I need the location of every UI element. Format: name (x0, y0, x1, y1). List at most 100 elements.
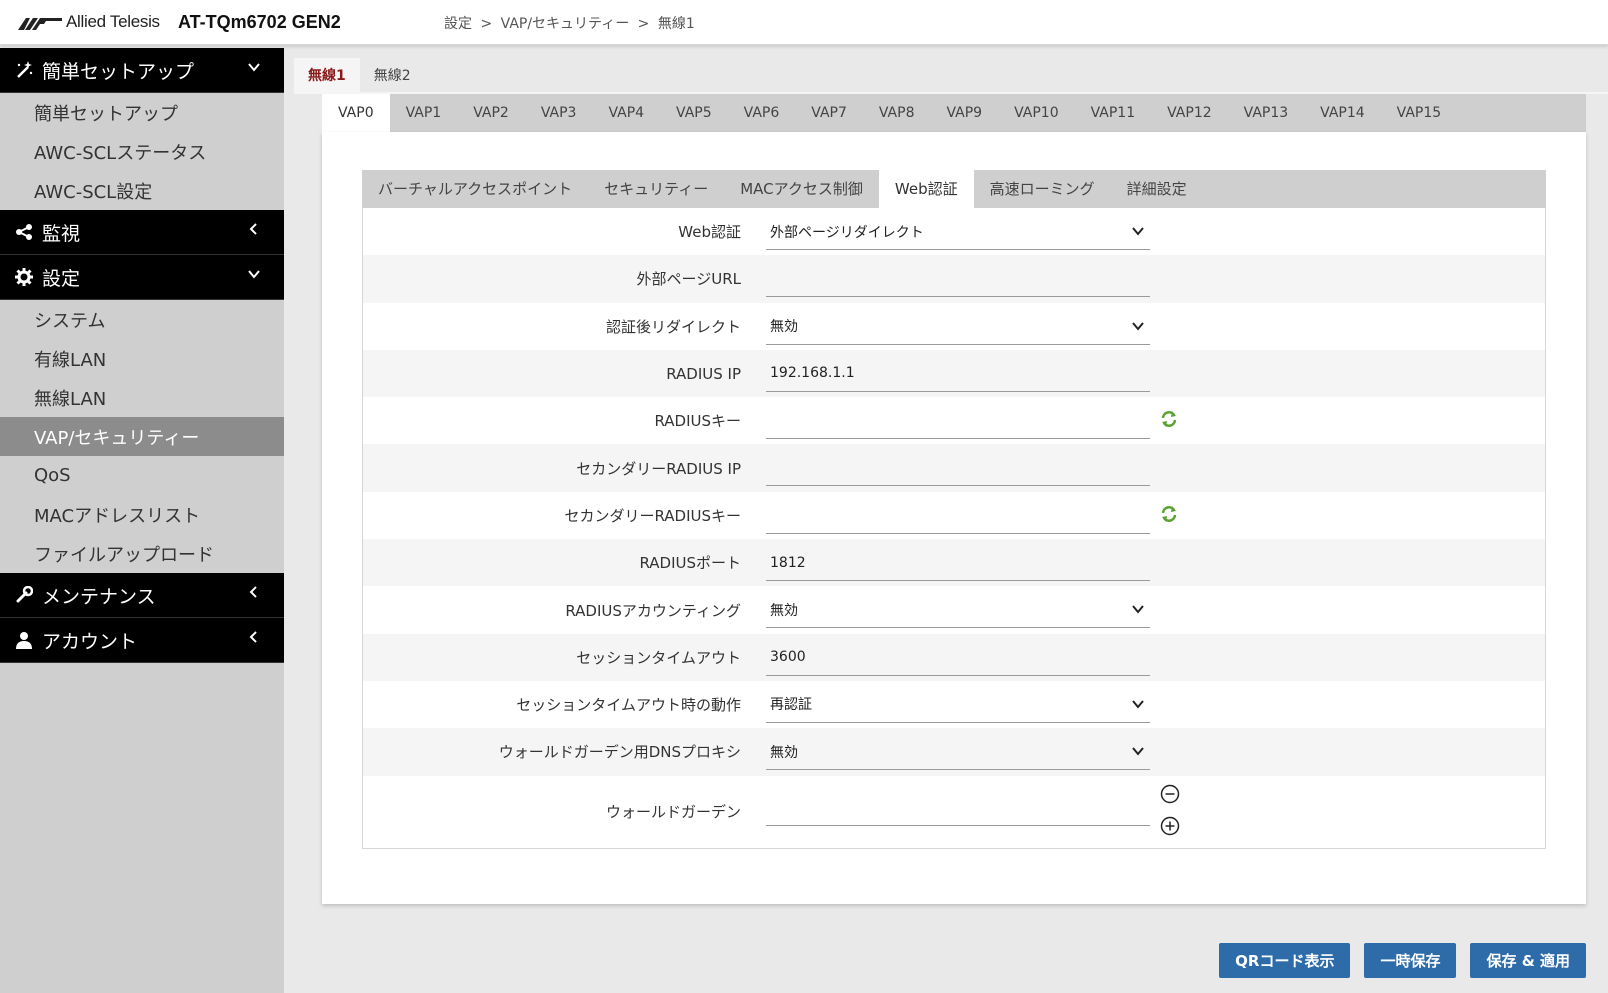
sidebar-item-wired-lan[interactable]: 有線LAN (0, 339, 284, 378)
chevron-down-icon (248, 270, 260, 279)
chevron-down-icon (1132, 605, 1144, 614)
web-auth-select[interactable]: 外部ページリダイレクト (766, 214, 1150, 250)
field-label: ウォールドガーデン (605, 803, 741, 822)
select-value: 無効 (770, 602, 798, 619)
tab-vap3[interactable]: VAP3 (525, 94, 593, 132)
wrench-icon (14, 585, 34, 605)
tab-security[interactable]: セキュリティー (588, 170, 724, 208)
field-label: 外部ページURL (636, 270, 741, 289)
form-row-radius-accounting: RADIUSアカウンティング 無効 (363, 586, 1545, 633)
share-icon (14, 222, 34, 242)
tab-vap10[interactable]: VAP10 (998, 94, 1075, 132)
sidebar-item-vap-security[interactable]: VAP/セキュリティー (0, 417, 284, 456)
user-icon (14, 630, 34, 650)
sidebar-section-account[interactable]: アカウント (0, 618, 284, 663)
minus-circle-icon[interactable] (1160, 784, 1180, 804)
radio-tabs: 無線1 無線2 (294, 58, 425, 94)
radius-key-input[interactable] (766, 403, 1150, 440)
form-row-external-page-url: 外部ページURL (363, 255, 1545, 303)
sidebar-section-label: 簡単セットアップ (42, 60, 195, 83)
sidebar-item-qos[interactable]: QoS (0, 456, 284, 495)
tab-radio-2[interactable]: 無線2 (360, 58, 425, 94)
save-apply-button[interactable]: 保存 & 適用 (1470, 943, 1586, 978)
radius-port-input[interactable]: 1812 (766, 545, 1150, 582)
form-row-secondary-radius-key: セカンダリーRADIUSキー (363, 492, 1545, 539)
chevron-left-icon (249, 223, 257, 235)
sidebar-section-monitor[interactable]: 監視 (0, 210, 284, 255)
field-label: RADIUSポート (639, 554, 741, 573)
session-timeout-action-select[interactable]: 再認証 (766, 687, 1150, 723)
logo-text: Allied Telesis (66, 12, 160, 31)
tab-vap12[interactable]: VAP12 (1151, 94, 1228, 132)
tab-vap0[interactable]: VAP0 (322, 94, 390, 132)
sidebar-item-easy-setup[interactable]: 簡単セットアップ (0, 93, 284, 132)
tab-vap11[interactable]: VAP11 (1075, 94, 1152, 132)
web-auth-form: Web認証 外部ページリダイレクト 外部ページURL 認証後リダイレクト 無効 (362, 208, 1546, 849)
walled-garden-input[interactable] (766, 790, 1150, 826)
sidebar-item-mac-address-list[interactable]: MACアドレスリスト (0, 495, 284, 534)
tab-mac-access-control[interactable]: MACアクセス制御 (724, 170, 879, 208)
form-row-walled-garden: ウォールドガーデン (363, 776, 1545, 848)
sidebar-item-system[interactable]: システム (0, 300, 284, 339)
device-model: AT-TQm6702 GEN2 (178, 12, 341, 32)
external-page-url-input[interactable] (766, 261, 1150, 298)
sidebar-section-maintenance[interactable]: メンテナンス (0, 573, 284, 618)
tab-fast-roaming[interactable]: 高速ローミング (974, 170, 1111, 208)
breadcrumb-current: 無線1 (657, 16, 695, 32)
walled-garden-dns-proxy-select[interactable]: 無効 (766, 734, 1150, 771)
secondary-radius-key-input[interactable] (766, 498, 1150, 534)
logo: Allied Telesis (18, 12, 160, 32)
main-content: 無線1 無線2 VAP0 VAP1 VAP2 VAP3 VAP4 VAP5 VA… (284, 48, 1608, 993)
post-auth-redirect-select[interactable]: 無効 (766, 309, 1150, 345)
tab-advanced-settings[interactable]: 詳細設定 (1111, 170, 1203, 208)
tab-vap2[interactable]: VAP2 (457, 94, 525, 132)
tab-vap15[interactable]: VAP15 (1381, 94, 1458, 132)
radius-ip-input[interactable]: 192.168.1.1 (766, 356, 1150, 392)
form-row-radius-ip: RADIUS IP 192.168.1.1 (363, 349, 1545, 398)
tab-vap14[interactable]: VAP14 (1304, 94, 1381, 132)
tab-web-auth[interactable]: Web認証 (878, 170, 974, 208)
tab-virtual-access-point[interactable]: バーチャルアクセスポイント (362, 170, 588, 208)
chevron-down-icon (1132, 227, 1144, 236)
tab-radio-1[interactable]: 無線1 (294, 58, 360, 94)
secondary-radius-ip-input[interactable] (766, 450, 1150, 487)
sidebar-item-wireless-lan[interactable]: 無線LAN (0, 378, 284, 417)
qr-code-button[interactable]: QRコード表示 (1219, 943, 1351, 978)
temp-save-button[interactable]: 一時保存 (1364, 943, 1457, 978)
form-row-secondary-radius-ip: セカンダリーRADIUS IP (363, 444, 1545, 492)
select-value: 再認証 (770, 697, 812, 714)
plus-circle-icon[interactable] (1160, 816, 1180, 836)
sidebar-section-label: 監視 (42, 222, 81, 245)
form-row-radius-port: RADIUSポート 1812 (363, 539, 1545, 587)
field-label: RADIUS IP (666, 364, 741, 383)
vap-tabs: VAP0 VAP1 VAP2 VAP3 VAP4 VAP5 VAP6 VAP7 … (322, 94, 1586, 132)
sidebar-item-awc-scl-status[interactable]: AWC-SCLステータス (0, 132, 284, 171)
tab-vap9[interactable]: VAP9 (930, 94, 998, 132)
breadcrumb-item[interactable]: VAP/セキュリティー (501, 16, 630, 32)
wand-icon (14, 60, 34, 80)
tab-vap8[interactable]: VAP8 (863, 94, 931, 132)
sidebar-section-easy-setup[interactable]: 簡単セットアップ (0, 48, 284, 93)
session-timeout-input[interactable]: 3600 (766, 640, 1150, 676)
tab-vap6[interactable]: VAP6 (728, 94, 796, 132)
chevron-down-icon (248, 63, 260, 72)
tab-vap4[interactable]: VAP4 (592, 94, 660, 132)
sidebar: 簡単セットアップ 簡単セットアップ AWC-SCLステータス AWC-SCL設定… (0, 48, 284, 993)
radius-accounting-select[interactable]: 無効 (766, 592, 1150, 629)
tab-vap7[interactable]: VAP7 (795, 94, 863, 132)
sidebar-item-awc-scl-settings[interactable]: AWC-SCL設定 (0, 171, 284, 210)
sidebar-item-file-upload[interactable]: ファイルアップロード (0, 534, 284, 573)
sidebar-section-label: アカウント (42, 630, 138, 653)
breadcrumb-item[interactable]: 設定 (444, 16, 472, 32)
tab-vap1[interactable]: VAP1 (390, 94, 458, 132)
field-label: RADIUSキー (654, 412, 741, 431)
field-label: Web認証 (678, 223, 741, 242)
action-buttons: QRコード表示 一時保存 保存 & 適用 (1219, 943, 1586, 978)
refresh-icon[interactable] (1160, 505, 1178, 523)
field-label: セカンダリーRADIUS IP (576, 459, 741, 478)
tab-vap5[interactable]: VAP5 (660, 94, 728, 132)
tab-vap13[interactable]: VAP13 (1228, 94, 1305, 132)
breadcrumb-separator: > (637, 16, 650, 32)
refresh-icon[interactable] (1160, 410, 1178, 428)
sidebar-section-settings[interactable]: 設定 (0, 255, 284, 300)
